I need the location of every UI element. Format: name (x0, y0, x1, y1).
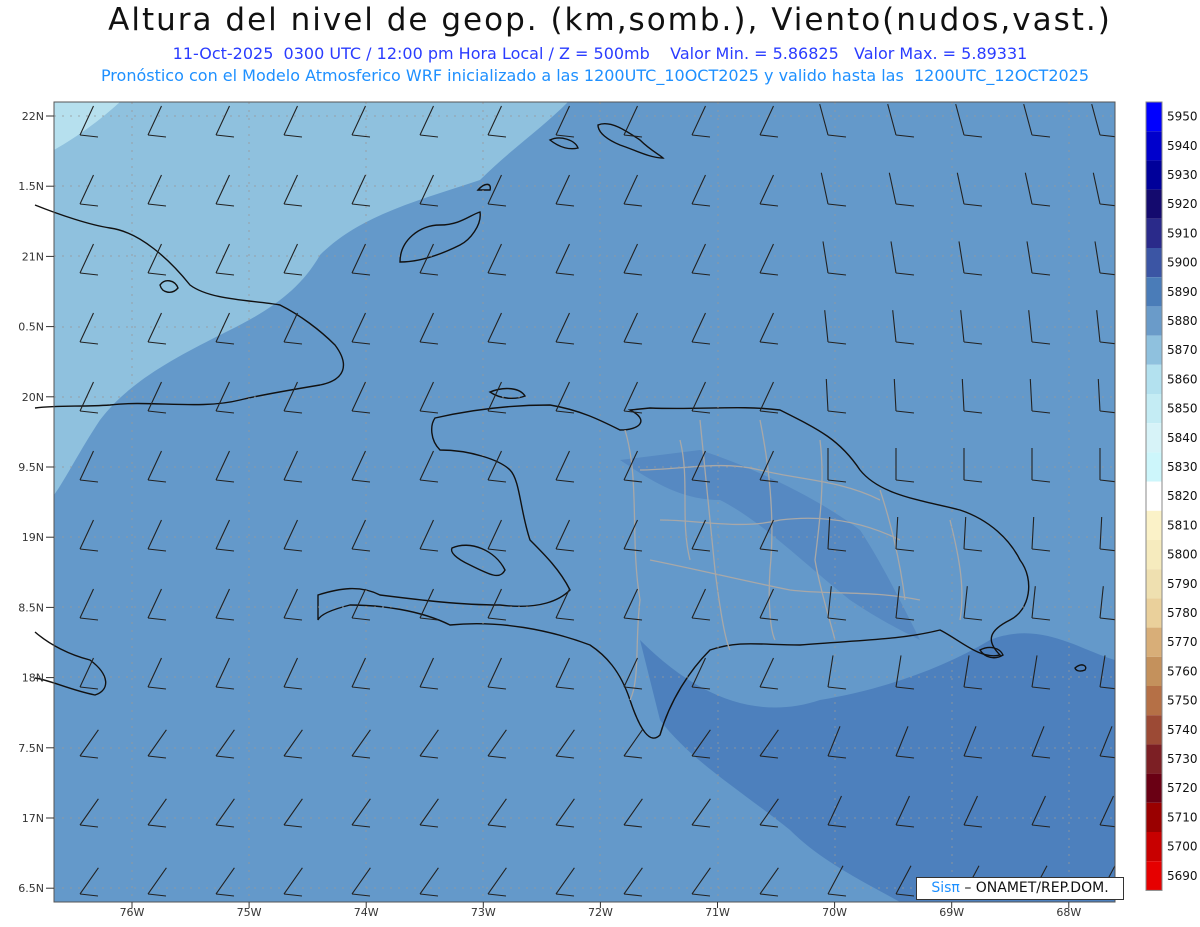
colorbar-swatch (1146, 744, 1162, 774)
colorbar-swatch (1146, 131, 1162, 161)
credit-box: Sisπ – ONAMET/REP.DOM. (916, 877, 1124, 900)
colorbar-swatch (1146, 452, 1162, 482)
longitude-axis: 76W 75W 74W 73W 72W 71W 70W 69W 68W (120, 902, 1081, 919)
colorbar-swatch (1146, 627, 1162, 657)
colorbar-label: 5720 (1167, 781, 1198, 795)
colorbar-swatch (1146, 598, 1162, 628)
colorbar-swatch (1146, 686, 1162, 716)
colorbar-label: 5790 (1167, 577, 1198, 591)
lat-label: 8.5N (18, 601, 44, 614)
colorbar-label: 5840 (1167, 431, 1198, 445)
lat-label: 9.5N (18, 461, 44, 474)
map-figure: 22N 1.5N 21N 0.5N 20N 9.5N 19N 8.5N 18N 7.5N 17N 6.… (18, 101, 1198, 919)
lat-label: 7.5N (18, 742, 44, 755)
colorbar-swatch (1146, 102, 1162, 132)
colorbar-label: 5870 (1167, 343, 1198, 357)
lat-label: 17N (22, 812, 44, 825)
colorbar-label: 5780 (1167, 606, 1198, 620)
lat-label: 21N (22, 250, 44, 263)
lat-label: 0.5N (18, 321, 44, 334)
colorbar-swatch (1146, 394, 1162, 424)
colorbar-label: 5930 (1167, 168, 1198, 182)
colorbar-swatch (1146, 335, 1162, 365)
colorbar-label: 5700 (1167, 840, 1198, 854)
colorbar-label: 5850 (1167, 402, 1198, 416)
lat-label: 19N (22, 531, 44, 544)
colorbar-label: 5800 (1167, 548, 1198, 562)
colorbar-label: 5690 (1167, 869, 1198, 883)
colorbar-swatch (1146, 218, 1162, 248)
colorbar-swatch (1146, 306, 1162, 336)
colorbar-label: 5910 (1167, 226, 1198, 240)
colorbar-label: 5820 (1167, 489, 1198, 503)
colorbar-swatch (1146, 481, 1162, 511)
lat-label: 6.5N (18, 882, 44, 895)
colorbar-label: 5940 (1167, 139, 1198, 153)
colorbar-label: 5880 (1167, 314, 1198, 328)
colorbar-swatch (1146, 277, 1162, 307)
colorbar-swatch (1146, 715, 1162, 745)
colorbar-swatch (1146, 189, 1162, 219)
colorbar-label: 5730 (1167, 752, 1198, 766)
credit-logo: Sisπ (931, 880, 960, 896)
lat-label: 18N (22, 672, 44, 685)
latitude-axis: 22N 1.5N 21N 0.5N 20N 9.5N 19N 8.5N 18N 7.5N 17N 6.… (18, 110, 54, 895)
colorbar-label: 5740 (1167, 723, 1198, 737)
colorbar-label: 5710 (1167, 810, 1198, 824)
colorbar-label: 5860 (1167, 372, 1198, 386)
colorbar: 5950 5940 5930 5920 5910 5900 5890 5880 5870 5860… (1145, 101, 1198, 891)
colorbar-swatch (1146, 364, 1162, 394)
colorbar-swatch (1146, 248, 1162, 278)
colorbar-swatch (1146, 540, 1162, 570)
colorbar-swatch (1146, 510, 1162, 540)
colorbar-label: 5750 (1167, 694, 1198, 708)
colorbar-swatch (1146, 773, 1162, 803)
colorbar-label: 5890 (1167, 285, 1198, 299)
lat-label: 20N (22, 391, 44, 404)
colorbar-label: 5900 (1167, 256, 1198, 270)
colorbar-label: 5950 (1167, 110, 1198, 124)
colorbar-swatch (1146, 569, 1162, 599)
colorbar-swatch (1146, 832, 1162, 862)
colorbar-swatch (1146, 160, 1162, 190)
colorbar-swatch (1146, 861, 1162, 891)
lat-label: 22N (22, 110, 44, 123)
credit-text: – ONAMET/REP.DOM. (964, 880, 1109, 896)
lat-label: 1.5N (18, 180, 44, 193)
colorbar-label: 5760 (1167, 664, 1198, 678)
shaded-field (54, 102, 1115, 902)
colorbar-label: 5920 (1167, 197, 1198, 211)
colorbar-label: 5770 (1167, 635, 1198, 649)
colorbar-swatch (1146, 656, 1162, 686)
colorbar-label: 5810 (1167, 518, 1198, 532)
colorbar-label: 5830 (1167, 460, 1198, 474)
colorbar-swatch (1146, 802, 1162, 832)
colorbar-swatch (1146, 423, 1162, 453)
